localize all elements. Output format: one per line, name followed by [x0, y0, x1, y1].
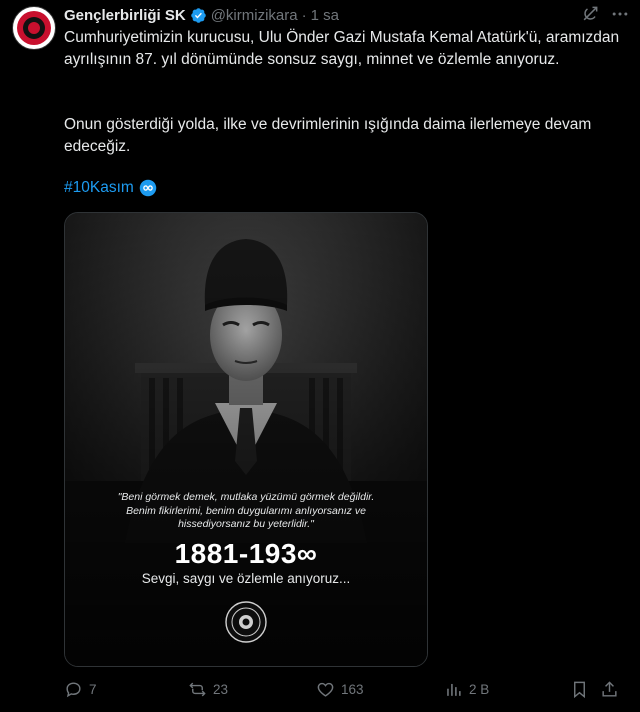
- club-emblem-icon: [225, 601, 267, 643]
- repost-count: 23: [213, 682, 229, 697]
- separator-dot: ·: [301, 6, 307, 24]
- author-handle[interactable]: @kirmizikara: [211, 7, 298, 24]
- heart-icon: [317, 682, 334, 697]
- like-button[interactable]: 163: [316, 680, 364, 699]
- tweet: Gençlerbirliği SK @kirmizikara · 1 sa Cu…: [0, 0, 640, 712]
- author-name[interactable]: Gençlerbirliği SK: [64, 7, 186, 24]
- repost-icon: [189, 682, 206, 697]
- bookmark-icon: [574, 681, 585, 699]
- bookmark-button[interactable]: [570, 680, 595, 699]
- tweet-text-paragraph-2: Onun gösterdiği yolda, ilke ve devrimler…: [64, 114, 624, 157]
- reply-count: 7: [89, 682, 97, 697]
- paragraph-2: Onun gösterdiği yolda, ilke ve devrimler…: [64, 116, 592, 155]
- like-count: 163: [341, 682, 364, 697]
- views-count: 2 B: [469, 682, 490, 697]
- reply-button[interactable]: 7: [64, 680, 97, 699]
- repost-button[interactable]: 23: [188, 680, 228, 699]
- share-button[interactable]: [600, 680, 625, 699]
- views-button[interactable]: 2 B: [444, 680, 489, 699]
- timestamp[interactable]: 1 sa: [311, 7, 339, 24]
- hashtag-text[interactable]: #10Kasım: [64, 179, 134, 197]
- avatar[interactable]: [12, 6, 56, 50]
- views-chart-icon: [447, 683, 461, 696]
- years-text: 1881-193∞: [174, 538, 318, 569]
- more-options-icon[interactable]: [610, 4, 630, 24]
- memorial-subline: Sevgi, saygı ve özlemle anıyoruz...: [141, 571, 351, 586]
- share-icon: [602, 681, 617, 697]
- reply-icon: [66, 682, 81, 698]
- ataturk-portrait-image: [65, 213, 427, 666]
- paragraph-1: Cumhuriyetimizin kurucusu, Ulu Önder Gaz…: [64, 29, 620, 68]
- hashtag-link[interactable]: #10Kasım: [64, 179, 157, 197]
- action-bar: 7 23 163 2 B: [64, 680, 634, 700]
- tweet-image[interactable]: "Beni görmek demek, mutlaka yüzümü görme…: [64, 212, 428, 667]
- infinity-emoji-icon: [139, 179, 157, 197]
- verified-badge-icon: [190, 7, 206, 23]
- tweet-header: Gençlerbirliği SK @kirmizikara · 1 sa: [64, 5, 339, 25]
- quote-text: "Beni görmek demek, mutlaka yüzümü görme…: [117, 491, 375, 530]
- grok-icon[interactable]: [580, 4, 600, 24]
- tweet-text-paragraph-1: Cumhuriyetimizin kurucusu, Ulu Önder Gaz…: [64, 27, 624, 70]
